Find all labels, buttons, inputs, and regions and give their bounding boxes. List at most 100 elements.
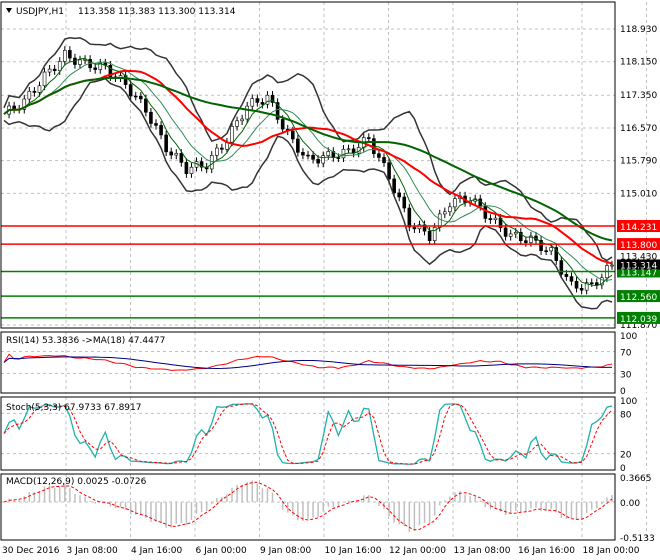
macd-tick-label: -0.5133	[620, 534, 655, 544]
rsi-title: RSI(14) 53.3836 ->MA(18) 47.4477	[6, 336, 165, 346]
ma-fast	[3, 57, 613, 287]
candle-body	[589, 282, 594, 284]
candle-body	[478, 198, 483, 207]
candle-body	[149, 111, 153, 124]
price-tick-label: 115.010	[620, 189, 657, 199]
stoch-title: Stoch(5,3,3) 67.9733 67.8917	[6, 403, 141, 413]
level-tag-label: 114.231	[620, 223, 657, 233]
chart-window[interactable]: 30 Dec 2016 3 Jan 08:00 4 Jan 16:00 6 Jan 0…	[0, 0, 660, 560]
candle-body	[139, 95, 143, 100]
candle-body	[280, 119, 285, 130]
candle-body	[544, 250, 548, 253]
candle-body	[250, 98, 255, 107]
time-tick-label: 18 Jan 00:00	[583, 546, 640, 556]
time-tick-label: 6 Jan 00:00	[196, 546, 248, 556]
candle-body	[610, 264, 614, 267]
candle-body	[27, 90, 32, 100]
candle-body	[301, 152, 305, 156]
candle-body	[144, 98, 148, 113]
candle-body	[12, 105, 16, 110]
candle-body	[52, 68, 57, 72]
candle-body	[215, 147, 219, 156]
ohlc-label: 113.358 113.383 113.300 113.314	[78, 7, 236, 17]
rsi-tick-label: 70	[620, 349, 632, 359]
price-tick-label: 115.790	[620, 157, 657, 167]
candle-body	[427, 230, 432, 241]
time-tick-label: 30 Dec 2016	[2, 546, 60, 556]
sto-tick-label: 20	[620, 451, 632, 461]
macd-tick-label: 0.3665	[620, 474, 652, 484]
candle-body	[453, 198, 457, 208]
candle-body	[260, 102, 265, 105]
sto-tick-label: 100	[620, 397, 637, 407]
candle-body	[321, 155, 326, 164]
candle-body	[316, 159, 320, 164]
time-tick-label: 13 Jan 08:00	[454, 546, 511, 556]
price-tick-label: 118.930	[620, 25, 657, 35]
collapse-triangle-icon[interactable]	[6, 8, 12, 13]
candle-body	[569, 276, 574, 282]
time-tick-label: 10 Jan 16:00	[325, 546, 382, 556]
candle-body	[230, 126, 234, 143]
candle-body	[174, 153, 179, 156]
candle-body	[513, 231, 518, 235]
candle-body	[549, 247, 554, 252]
candle-body	[57, 61, 62, 72]
candle-body	[488, 218, 493, 221]
candle-body	[594, 282, 599, 286]
level-tag-label: 113.800	[620, 241, 657, 251]
time-tick-label: 4 Jan 16:00	[131, 546, 183, 556]
level-tag-label: 112.560	[620, 293, 657, 303]
candle-body	[296, 138, 300, 153]
candle-body	[346, 148, 351, 151]
candle-body	[37, 85, 42, 93]
candle-body	[579, 287, 584, 291]
current-price-label: 113.314	[620, 261, 657, 271]
rsi-tick-label: 0	[620, 387, 626, 397]
candle-body	[159, 125, 163, 136]
macd-tick-label: 0.00	[620, 499, 640, 509]
candle-body	[47, 68, 52, 73]
candle-body	[169, 151, 173, 156]
candle-body	[508, 233, 513, 237]
candle-body	[290, 130, 295, 140]
candle-body	[397, 192, 402, 198]
candle-body	[164, 134, 168, 153]
candle-body	[189, 166, 194, 174]
time-tick-label: 3 Jan 08:00	[67, 546, 119, 556]
candle-body	[574, 280, 579, 289]
candle-body	[245, 105, 249, 120]
candle-body	[133, 95, 138, 98]
candle-body	[306, 154, 310, 157]
price-tick-label: 116.570	[620, 124, 657, 134]
candle-body	[78, 59, 82, 65]
sto-tick-label: 0	[620, 464, 626, 474]
macd-title: MACD(12,26,9) 0.0025 -0.0726	[6, 477, 147, 487]
candle-body	[392, 178, 396, 194]
candle-body	[407, 207, 412, 228]
ma-mid-green	[3, 61, 613, 281]
candle-body	[402, 196, 407, 209]
candle-body	[128, 84, 133, 97]
candle-body	[179, 153, 184, 163]
candle-body	[412, 226, 417, 230]
candle-body	[493, 217, 498, 221]
candle-body	[366, 137, 371, 139]
candle-body	[483, 206, 488, 219]
candle-body	[68, 50, 72, 59]
rsi-tick-label: 100	[620, 332, 637, 342]
axes: 30 Dec 2016 3 Jan 08:00 4 Jan 16:00 6 Jan 0…	[0, 1, 660, 556]
price-tick-label: 118.150	[620, 58, 657, 68]
candle-body	[220, 147, 224, 150]
candle-body	[387, 162, 391, 180]
indicator-panels[interactable]	[3, 353, 613, 532]
chart-canvas[interactable]: 30 Dec 2016 3 Jan 08:00 4 Jan 16:00 6 Jan 0…	[0, 0, 660, 560]
candle-body	[377, 153, 381, 158]
candle-body	[524, 240, 528, 243]
candle-body	[311, 154, 315, 160]
price-panel[interactable]	[1, 36, 615, 319]
sto-tick-label: 80	[620, 410, 632, 420]
candle-body	[255, 98, 260, 103]
candle-body	[382, 157, 386, 164]
time-tick-label: 9 Jan 08:00	[260, 546, 312, 556]
